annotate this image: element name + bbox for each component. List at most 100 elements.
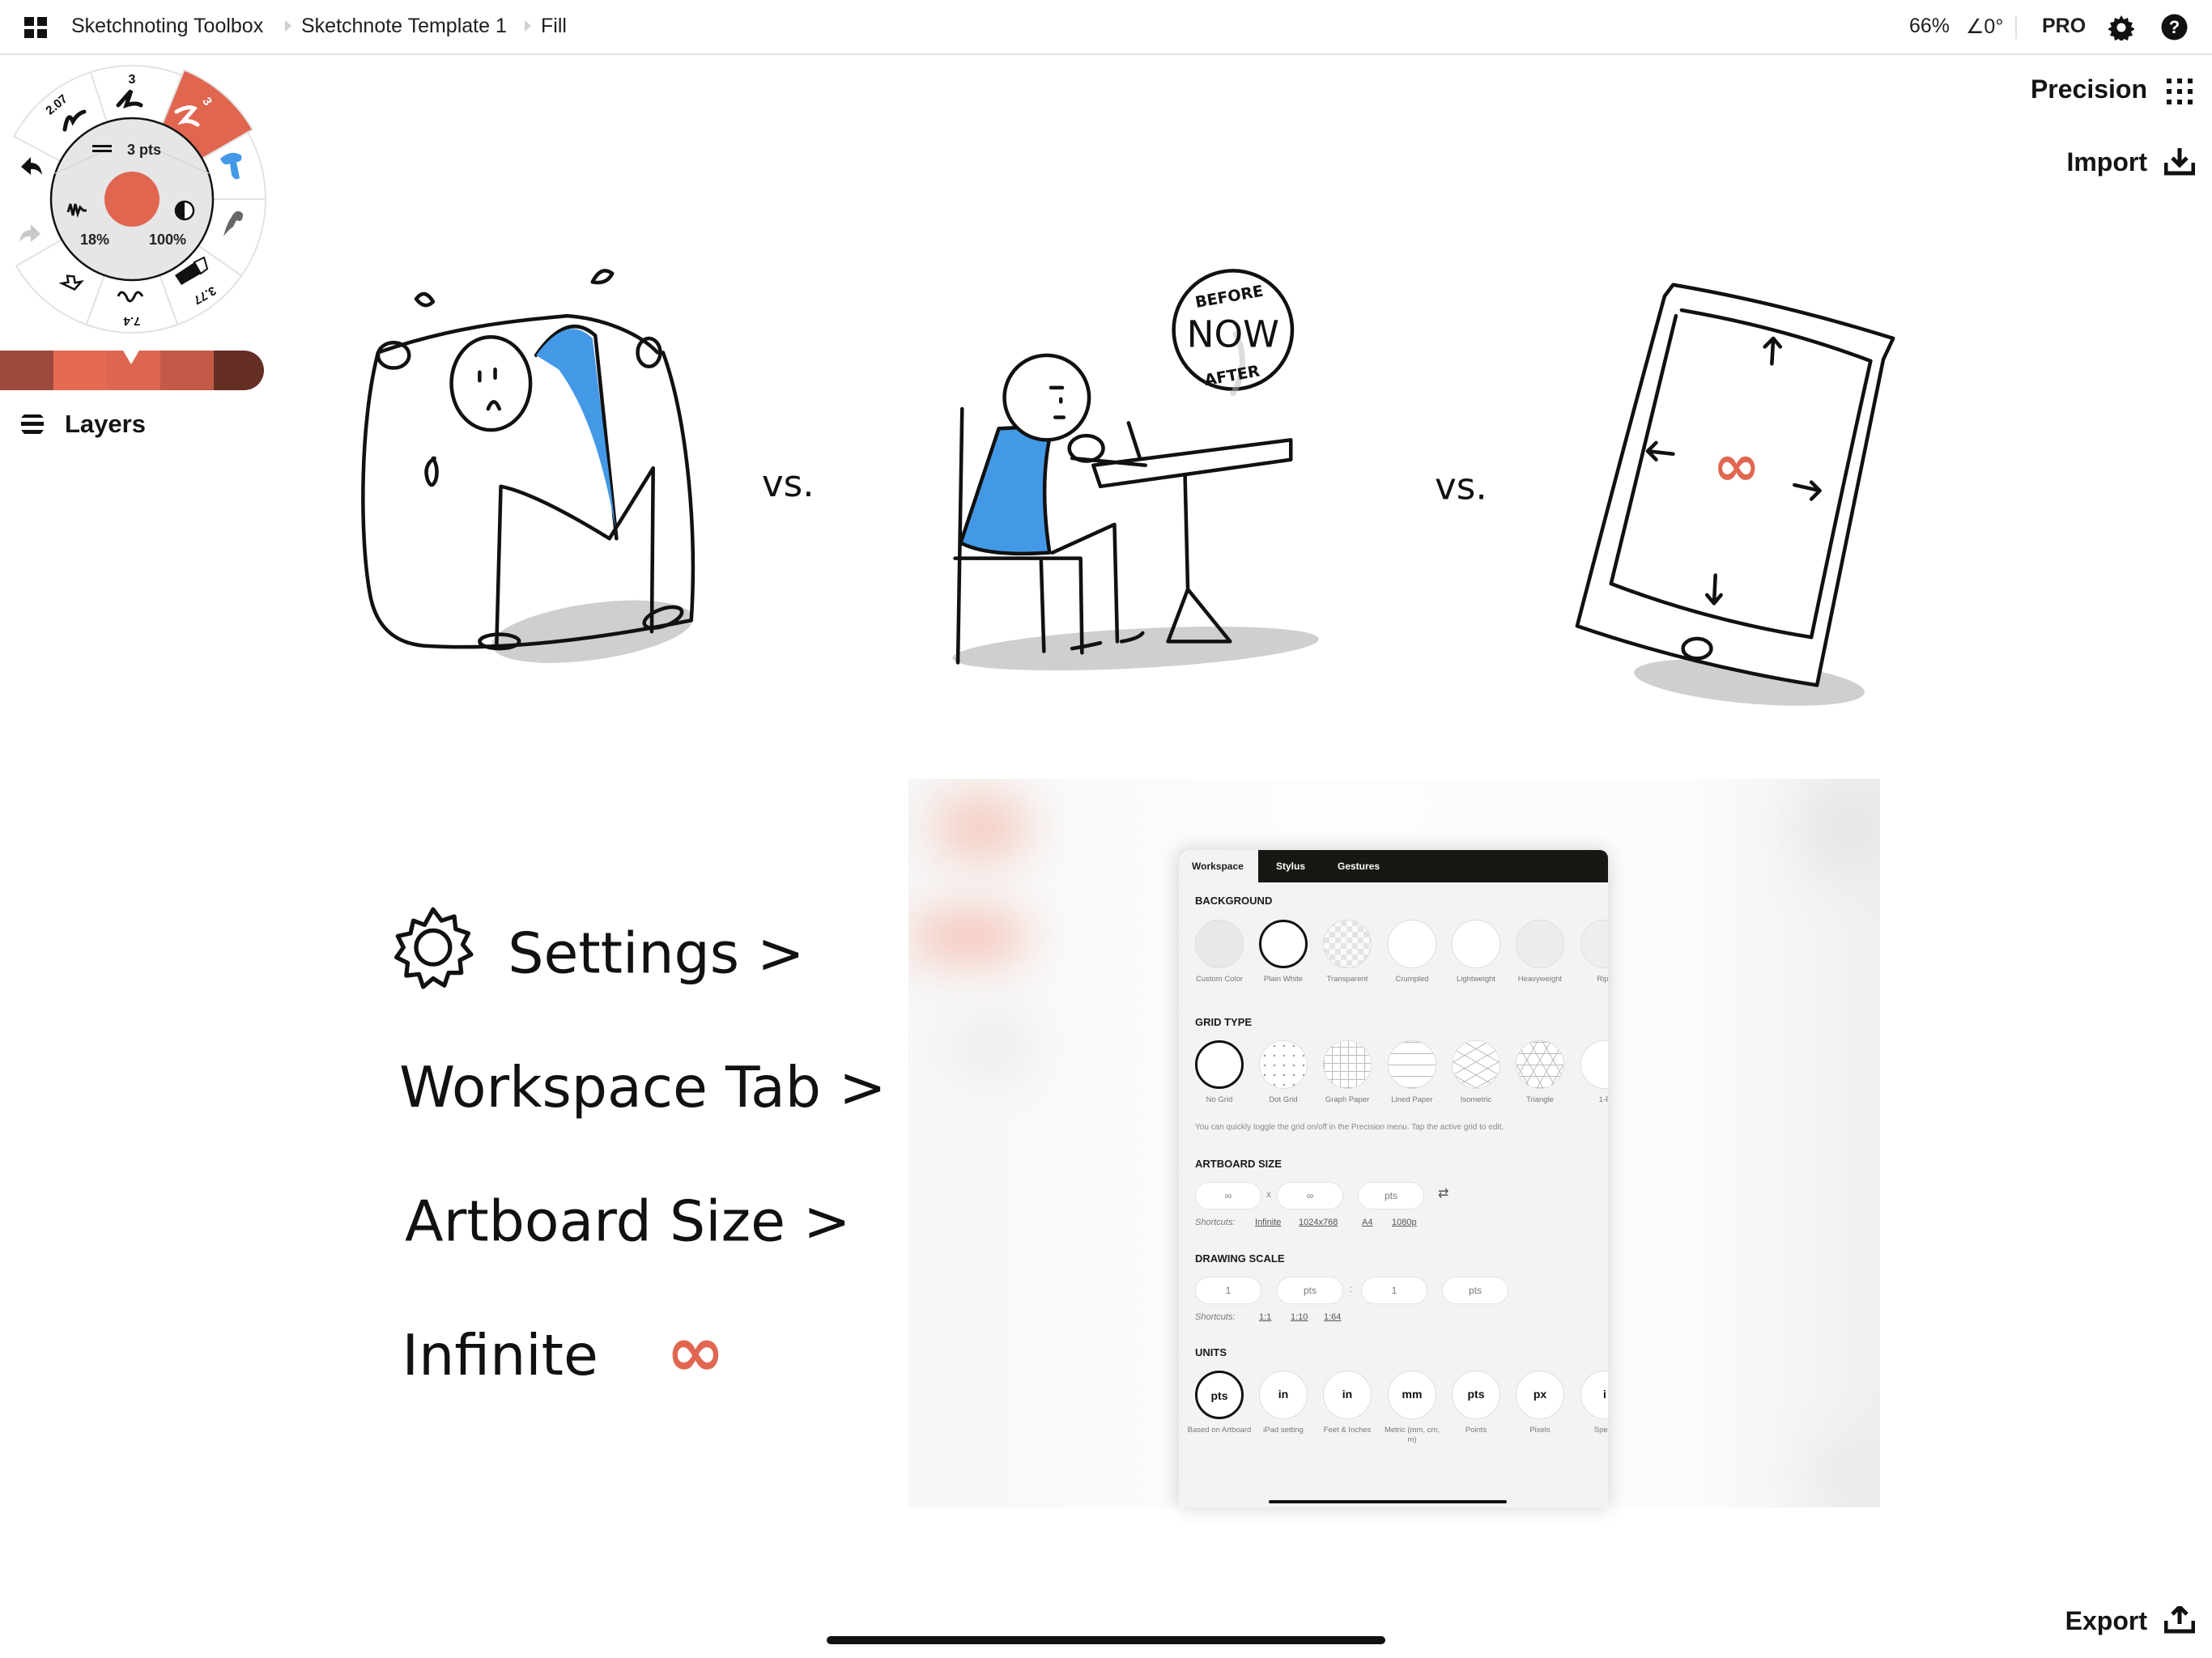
grid_type-option-label: Graph Paper <box>1325 1095 1370 1104</box>
drawing-scale-heading: DRAWING SCALE <box>1195 1252 1285 1265</box>
scale-b-input[interactable]: 1 <box>1361 1277 1427 1304</box>
grid_type-option[interactable] <box>1259 1040 1308 1089</box>
shortcut-1024x768[interactable]: 1024x768 <box>1299 1218 1338 1227</box>
background-option[interactable] <box>1195 920 1244 968</box>
palette-swatch[interactable] <box>53 351 107 390</box>
grid_type-option-label: Triangle <box>1526 1095 1554 1104</box>
units-option-label: Metric (mm, cm, m) <box>1384 1426 1440 1444</box>
gear-icon[interactable] <box>2108 15 2134 40</box>
stroke-size-value[interactable]: 3 pts <box>127 142 161 158</box>
smoothing-tool-value: 7.4 <box>123 314 141 328</box>
units-option-label: Pixels <box>1529 1426 1551 1435</box>
pro-button[interactable]: PRO <box>2042 15 2086 38</box>
background-option[interactable] <box>1323 920 1372 968</box>
grid_type-option-label: No Grid <box>1206 1095 1233 1104</box>
export-icon[interactable] <box>2164 1606 2195 1634</box>
rotation-angle[interactable]: ∠0° <box>1966 15 2003 39</box>
background-option[interactable] <box>1259 920 1308 968</box>
palette-swatch[interactable] <box>160 351 214 390</box>
import-button[interactable]: Import <box>2066 147 2147 177</box>
import-icon[interactable] <box>2164 148 2195 176</box>
step-infinite: Infinite <box>402 1323 598 1388</box>
badge-now: NOW <box>1187 312 1279 355</box>
settings-tabs: Workspace Stylus Gestures <box>1179 850 1608 882</box>
shortcut-1080p[interactable]: 1080p <box>1392 1218 1417 1227</box>
background-option-label: Ripp <box>1597 975 1608 984</box>
tool-wheel[interactable]: 3 pts 18% 100% 2.07 3 3 3.77 7.4 <box>0 0 275 348</box>
units-option[interactable]: in <box>1259 1371 1308 1419</box>
palette-swatch[interactable] <box>214 351 264 390</box>
units-option[interactable]: mm <box>1388 1371 1436 1419</box>
opacity-value[interactable]: 100% <box>149 232 186 248</box>
tab-stylus[interactable]: Stylus <box>1276 850 1305 882</box>
svg-text:?: ? <box>2169 17 2180 37</box>
background-option[interactable] <box>1388 920 1436 968</box>
units-option[interactable]: in <box>1323 1371 1372 1419</box>
grid_type-option[interactable] <box>1580 1040 1608 1089</box>
sketch-gear-icon <box>393 907 474 989</box>
artboard-unit-select[interactable]: pts <box>1358 1182 1424 1209</box>
panel-home-indicator <box>1269 1500 1507 1503</box>
vs-label-2: vs. <box>1435 466 1487 508</box>
units-option-label: Points <box>1465 1426 1487 1435</box>
units-option-label: Specif <box>1593 1426 1608 1435</box>
scale-a-unit[interactable]: pts <box>1277 1277 1343 1304</box>
units-option[interactable]: px <box>1516 1371 1564 1419</box>
shortcut-infinite[interactable]: Infinite <box>1255 1218 1281 1227</box>
tab-workspace[interactable]: Workspace <box>1179 850 1258 882</box>
grid_type-option[interactable] <box>1323 1040 1372 1089</box>
grid-type-heading: GRID TYPE <box>1195 1016 1253 1028</box>
background-option[interactable] <box>1580 920 1608 968</box>
background-option-label: Custom Color <box>1195 975 1244 984</box>
units-option[interactable]: pts <box>1195 1371 1244 1419</box>
background-heading: BACKGROUND <box>1195 895 1273 907</box>
layers-icon <box>21 414 44 434</box>
step-artboard-size: Artboard Size > <box>405 1189 851 1255</box>
units-heading: UNITS <box>1195 1346 1227 1358</box>
scale-b-unit[interactable]: pts <box>1442 1277 1508 1304</box>
artboard-height-input[interactable]: ∞ <box>1277 1182 1343 1209</box>
current-color-swatch[interactable] <box>104 172 160 227</box>
precision-grid-icon[interactable] <box>2167 79 2193 104</box>
background-option-label: Plain White <box>1263 975 1304 984</box>
palette-swatch[interactable] <box>0 351 53 390</box>
shortcut-1-10[interactable]: 1:10 <box>1291 1312 1308 1322</box>
units-option-label: Feet & Inches <box>1323 1426 1372 1435</box>
smoothing-value[interactable]: 18% <box>80 232 109 248</box>
shortcut-1-64[interactable]: 1:64 <box>1324 1312 1341 1322</box>
scale-a-input[interactable]: 1 <box>1195 1277 1261 1304</box>
undo-icon[interactable] <box>21 157 42 175</box>
help-icon[interactable]: ? <box>2161 14 2188 40</box>
background-option[interactable] <box>1516 920 1564 968</box>
background-option-label: Crumpled <box>1395 975 1429 984</box>
layers-label: Layers <box>65 410 146 438</box>
grid_type-option[interactable] <box>1452 1040 1500 1089</box>
layers-button[interactable]: Layers <box>19 410 146 439</box>
background-option[interactable] <box>1452 920 1500 968</box>
units-option-label: iPad setting <box>1263 1426 1304 1435</box>
redo-icon[interactable] <box>19 224 40 242</box>
grid_type-option-label: Dot Grid <box>1269 1095 1298 1104</box>
export-button[interactable]: Export <box>2065 1606 2147 1636</box>
grid_type-option[interactable] <box>1516 1040 1564 1089</box>
background-option-label: Heavyweight <box>1517 975 1563 984</box>
breadcrumb-layer[interactable]: Fill <box>541 15 567 38</box>
shortcut-1-1[interactable]: 1:1 <box>1259 1312 1271 1322</box>
units-option[interactable]: i <box>1580 1371 1608 1419</box>
swap-orientation-icon[interactable]: ⇄ <box>1438 1185 1448 1201</box>
artboard-size-heading: ARTBOARD SIZE <box>1195 1158 1282 1170</box>
grid_type-option-label: 1-P <box>1598 1095 1608 1104</box>
zoom-level[interactable]: 66% <box>1909 15 1950 38</box>
grid_type-option[interactable] <box>1388 1040 1436 1089</box>
artboard-width-input[interactable]: ∞ <box>1195 1182 1261 1209</box>
top-bar: Sketchnoting Toolbox Sketchnote Template… <box>0 0 2212 55</box>
breadcrumb-document[interactable]: Sketchnote Template 1 <box>301 15 507 38</box>
units-option[interactable]: pts <box>1452 1371 1500 1419</box>
shortcut-a4[interactable]: A4 <box>1362 1218 1372 1227</box>
tab-gestures[interactable]: Gestures <box>1338 850 1380 882</box>
grid_type-option-label: Isometric <box>1460 1095 1492 1104</box>
grid_type-option[interactable] <box>1195 1040 1244 1089</box>
precision-button[interactable]: Precision <box>2031 74 2147 104</box>
background-option-label: Transparent <box>1326 975 1368 984</box>
tablet-infinity-icon: ∞ <box>1713 433 1760 499</box>
